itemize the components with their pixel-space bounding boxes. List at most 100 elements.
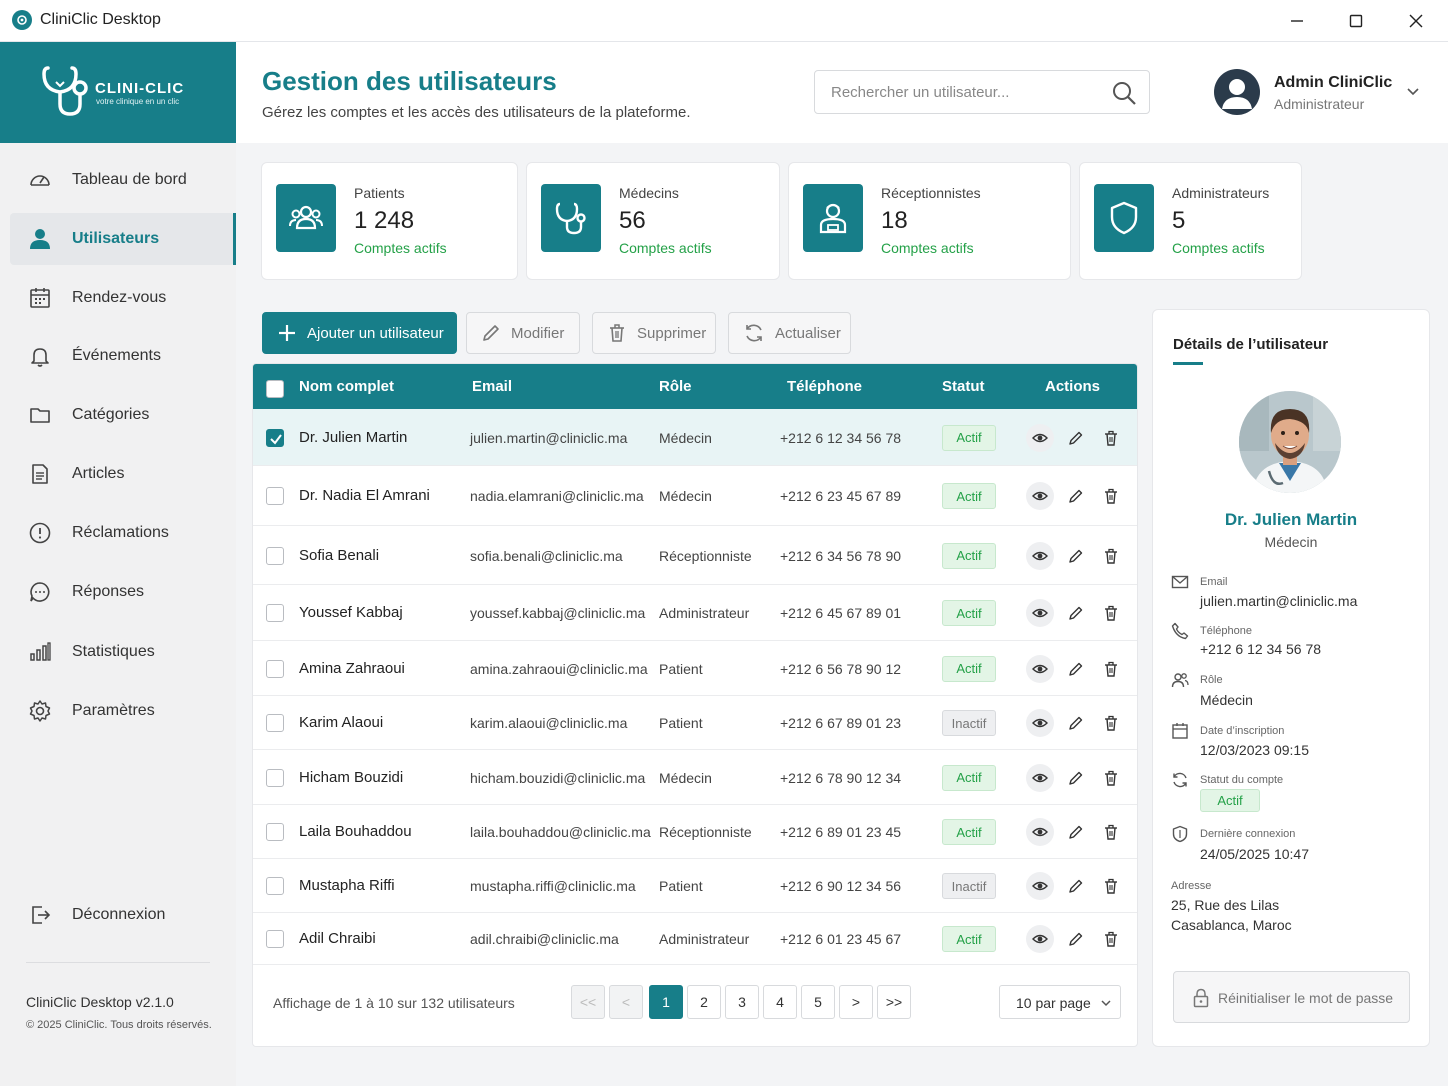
- page-button[interactable]: 4: [763, 985, 797, 1019]
- sidebar-item-dashboard[interactable]: Tableau de bord: [10, 154, 234, 206]
- table-row[interactable]: Youssef Kabbaj youssef.kabbaj@cliniclic.m…: [253, 585, 1137, 641]
- refresh-label: Actualiser: [775, 324, 841, 342]
- page-button[interactable]: 3: [725, 985, 759, 1019]
- search-input[interactable]: Rechercher un utilisateur...: [814, 70, 1150, 114]
- trash-icon[interactable]: [1097, 482, 1125, 510]
- eye-icon[interactable]: [1026, 482, 1054, 510]
- table-row[interactable]: Sofia Benali sofia.benali@cliniclic.ma Réc…: [253, 526, 1137, 585]
- column-header[interactable]: Nom complet: [299, 378, 394, 395]
- pencil-icon[interactable]: [1062, 764, 1090, 792]
- edit-button[interactable]: Modifier: [466, 312, 580, 354]
- close-button[interactable]: [1387, 0, 1445, 42]
- pencil-icon[interactable]: [1062, 925, 1090, 953]
- chevron-down-icon[interactable]: [1406, 85, 1420, 99]
- status-badge: Inactif: [942, 873, 996, 899]
- pencil-icon[interactable]: [1062, 599, 1090, 627]
- eye-icon[interactable]: [1026, 654, 1054, 683]
- eye-icon[interactable]: [1026, 763, 1054, 792]
- user-role: Administrateur: [1274, 96, 1365, 112]
- trash-icon[interactable]: [1097, 424, 1125, 452]
- cell-phone: +212 6 56 78 90 12: [780, 660, 902, 677]
- page-button[interactable]: 5: [801, 985, 835, 1019]
- reset-password-button[interactable]: Réinitialiser le mot de passe: [1173, 971, 1410, 1023]
- minimize-button[interactable]: [1268, 0, 1326, 42]
- column-header[interactable]: Email: [472, 378, 512, 395]
- search-icon[interactable]: [1111, 80, 1137, 106]
- bell-icon: [28, 344, 52, 368]
- add-user-button[interactable]: Ajouter un utilisateur: [262, 312, 457, 354]
- cell-phone: +212 6 78 90 12 34: [780, 769, 902, 786]
- trash-icon[interactable]: [1097, 542, 1125, 570]
- row-checkbox[interactable]: [266, 930, 284, 948]
- select-all-checkbox[interactable]: [266, 380, 284, 398]
- table-row[interactable]: Amina Zahraoui amina.zahraoui@cliniclic.m…: [253, 641, 1137, 696]
- table-row[interactable]: Karim Alaoui karim.alaoui@cliniclic.ma Pat…: [253, 696, 1137, 750]
- sidebar-item-responses[interactable]: Réponses: [10, 566, 234, 618]
- logout-button[interactable]: Déconnexion: [10, 889, 234, 941]
- table-row[interactable]: Dr. Julien Martin julien.martin@cliniclic…: [253, 409, 1137, 466]
- maximize-button[interactable]: [1327, 0, 1385, 42]
- eye-icon[interactable]: [1026, 709, 1054, 737]
- trash-icon[interactable]: [1097, 925, 1125, 953]
- eye-icon[interactable]: [1026, 541, 1054, 570]
- title-underline: [1173, 362, 1203, 365]
- sidebar-item-articles[interactable]: Articles: [10, 448, 234, 500]
- column-header[interactable]: Statut: [942, 378, 985, 395]
- eye-icon[interactable]: [1026, 818, 1054, 846]
- row-checkbox[interactable]: [266, 768, 284, 787]
- sidebar-item-settings[interactable]: Paramètres: [10, 685, 234, 737]
- row-checkbox[interactable]: [266, 659, 284, 678]
- trash-icon[interactable]: [1097, 818, 1125, 846]
- trash-icon[interactable]: [1097, 764, 1125, 792]
- page-button[interactable]: >: [839, 985, 873, 1019]
- pencil-icon[interactable]: [1062, 818, 1090, 846]
- sidebar-item-statistics[interactable]: Statistiques: [10, 626, 234, 678]
- row-checkbox[interactable]: [266, 714, 284, 732]
- table-row[interactable]: Adil Chraibi adil.chraibi@cliniclic.ma Adm…: [253, 913, 1137, 965]
- per-page-select[interactable]: 10 par page: [999, 985, 1121, 1019]
- row-checkbox[interactable]: [266, 823, 284, 841]
- page-button[interactable]: 1: [649, 985, 683, 1019]
- status-badge: Actif: [942, 655, 996, 682]
- pencil-icon[interactable]: [1062, 872, 1090, 900]
- pencil-icon[interactable]: [1062, 542, 1090, 570]
- eye-icon[interactable]: [1026, 925, 1054, 953]
- row-checkbox[interactable]: [266, 487, 284, 505]
- app-version: CliniClic Desktop v2.1.0: [26, 994, 174, 1010]
- sidebar-item-appointments[interactable]: Rendez-vous: [10, 272, 234, 324]
- column-header: Actions: [1045, 378, 1101, 395]
- column-header[interactable]: Rôle: [659, 378, 692, 395]
- pencil-icon[interactable]: [1062, 482, 1090, 510]
- pencil-icon[interactable]: [1062, 709, 1090, 737]
- table-row[interactable]: Laila Bouhaddou laila.bouhaddou@cliniclic…: [253, 805, 1137, 859]
- table-row[interactable]: Hicham Bouzidi hicham.bouzidi@cliniclic.m…: [253, 750, 1137, 805]
- refresh-button[interactable]: Actualiser: [728, 312, 851, 354]
- sidebar-item-categories[interactable]: Catégories: [10, 389, 234, 441]
- pencil-icon[interactable]: [1062, 655, 1090, 683]
- page-button[interactable]: <: [609, 985, 643, 1019]
- cell-name: Hicham Bouzidi: [299, 768, 404, 786]
- delete-button[interactable]: Supprimer: [592, 312, 716, 354]
- sidebar-item-users[interactable]: Utilisateurs: [10, 213, 236, 265]
- row-checkbox[interactable]: [266, 546, 284, 565]
- page-button[interactable]: 2: [687, 985, 721, 1019]
- stat-sub: Comptes actifs: [619, 240, 712, 256]
- column-header[interactable]: Téléphone: [787, 378, 862, 395]
- table-row[interactable]: Dr. Nadia El Amrani nadia.elamrani@clinic…: [253, 466, 1137, 526]
- trash-icon[interactable]: [1097, 599, 1125, 627]
- page-button[interactable]: <<: [571, 985, 605, 1019]
- table-row[interactable]: Mustapha Riffi mustapha.riffi@cliniclic.m…: [253, 859, 1137, 913]
- page-button[interactable]: >>: [877, 985, 911, 1019]
- trash-icon[interactable]: [1097, 872, 1125, 900]
- trash-icon[interactable]: [1097, 655, 1125, 683]
- row-checkbox[interactable]: [266, 877, 284, 895]
- eye-icon[interactable]: [1026, 872, 1054, 900]
- row-checkbox[interactable]: [266, 604, 284, 622]
- pencil-icon[interactable]: [1062, 424, 1090, 452]
- eye-icon[interactable]: [1026, 423, 1054, 452]
- eye-icon[interactable]: [1026, 599, 1054, 627]
- row-checkbox[interactable]: [266, 428, 284, 447]
- trash-icon[interactable]: [1097, 709, 1125, 737]
- sidebar-item-events[interactable]: Événements: [10, 330, 234, 382]
- sidebar-item-complaints[interactable]: Réclamations: [10, 507, 234, 559]
